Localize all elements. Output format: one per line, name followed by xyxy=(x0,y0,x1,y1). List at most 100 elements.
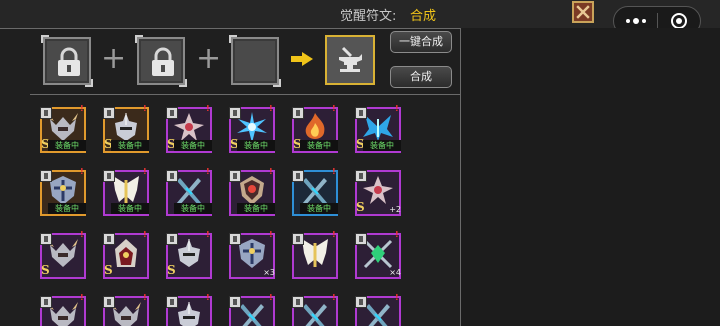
plus-sign: + xyxy=(101,41,127,76)
rune-type-icon xyxy=(229,233,241,245)
red-dot-badge: ! xyxy=(332,167,336,176)
rune-item-11[interactable]: ! 装备中 xyxy=(292,167,338,216)
divider xyxy=(0,28,461,29)
rune-type-icon xyxy=(355,107,367,119)
rune-item-10[interactable]: ! 装备中 xyxy=(229,167,275,216)
rune-item-20[interactable]: !×5 xyxy=(103,293,149,326)
red-dot-badge: ! xyxy=(143,230,147,239)
rune-type-icon xyxy=(292,233,304,245)
page-title-label: 觉醒符文: xyxy=(340,9,397,24)
rune-type-icon xyxy=(229,170,241,182)
material-slot-2[interactable] xyxy=(135,35,187,87)
rune-type-icon xyxy=(229,296,241,308)
rune-type-icon xyxy=(229,107,241,119)
rune-item-9[interactable]: ! 装备中 xyxy=(166,167,212,216)
rune-item-5[interactable]: ! S 装备中 xyxy=(292,104,338,153)
grade-label: S xyxy=(167,263,176,277)
equipped-label: 装备中 xyxy=(237,140,275,151)
red-dot-badge: ! xyxy=(332,230,336,239)
red-dot-badge: ! xyxy=(80,104,84,113)
rune-item-19[interactable]: !×5 xyxy=(40,293,86,326)
rune-type-icon xyxy=(166,170,178,182)
red-dot-badge: ! xyxy=(206,293,210,302)
stack-count: +2 xyxy=(389,205,401,214)
rune-item-15[interactable]: ! S xyxy=(166,230,212,279)
red-dot-badge: ! xyxy=(143,293,147,302)
more-icon xyxy=(625,19,630,23)
rune-item-13[interactable]: ! S xyxy=(40,230,86,279)
grade-label: S xyxy=(356,200,365,214)
red-dot-badge: ! xyxy=(395,230,399,239)
red-dot-badge: ! xyxy=(332,104,336,113)
red-dot-badge: ! xyxy=(143,104,147,113)
red-dot-badge: ! xyxy=(395,293,399,302)
rune-item-21[interactable]: !×3 xyxy=(166,293,212,326)
red-dot-badge: ! xyxy=(206,104,210,113)
rune-type-icon xyxy=(166,296,178,308)
rune-item-7[interactable]: ! 装备中 xyxy=(40,167,86,216)
one-click-synthesize-button[interactable]: 一键合成 xyxy=(390,31,452,53)
rune-item-16[interactable]: ! ×3 xyxy=(229,230,275,279)
arrow-right-icon xyxy=(291,52,313,66)
rune-type-icon xyxy=(40,296,52,308)
rune-type-icon xyxy=(103,170,115,182)
rune-item-1[interactable]: ! S 装备中 xyxy=(40,104,86,153)
red-dot-badge: ! xyxy=(269,167,273,176)
equipped-label: 装备中 xyxy=(174,203,212,214)
top-bar: 觉醒符文: 合成 xyxy=(0,0,720,28)
red-dot-badge: ! xyxy=(80,293,84,302)
rune-item-17[interactable]: ! xyxy=(292,230,338,279)
divider xyxy=(30,94,461,95)
equipped-label: 装备中 xyxy=(237,203,275,214)
equipped-label: 装备中 xyxy=(48,203,86,214)
close-icon xyxy=(576,5,590,19)
page-title-value: 合成 xyxy=(410,9,437,24)
close-button[interactable] xyxy=(572,1,594,23)
rune-type-icon xyxy=(355,296,367,308)
grade-label: S xyxy=(41,263,50,277)
equipped-label: 装备中 xyxy=(111,203,149,214)
rune-type-icon xyxy=(103,233,115,245)
rune-item-3[interactable]: ! S 装备中 xyxy=(166,104,212,153)
rune-item-14[interactable]: ! S xyxy=(103,230,149,279)
synthesize-button[interactable]: 合成 xyxy=(390,66,452,88)
lock-icon xyxy=(152,47,174,76)
more-icon-dot xyxy=(632,18,639,24)
equipped-label: 装备中 xyxy=(111,140,149,151)
red-dot-badge: ! xyxy=(80,230,84,239)
target-icon xyxy=(670,13,687,29)
side-panel xyxy=(461,28,720,326)
red-dot-badge: ! xyxy=(80,167,84,176)
rune-item-6[interactable]: ! S 装备中 xyxy=(355,105,401,153)
rune-type-icon xyxy=(40,170,52,182)
grade-label: S xyxy=(104,263,113,277)
result-slot[interactable] xyxy=(325,35,375,85)
rune-type-icon xyxy=(355,233,367,245)
rune-type-icon xyxy=(292,107,304,119)
rune-item-4[interactable]: ! S 装备中 xyxy=(229,104,275,153)
rune-item-24[interactable]: ! xyxy=(355,293,401,326)
rune-type-icon xyxy=(166,107,178,119)
rune-item-8[interactable]: ! 装备中 xyxy=(103,168,149,216)
material-slot-3[interactable] xyxy=(229,35,281,87)
rune-type-icon xyxy=(292,170,304,182)
equipped-label: 装备中 xyxy=(48,140,86,151)
anvil-icon xyxy=(339,46,362,72)
rune-type-icon xyxy=(355,170,367,182)
red-dot-badge: ! xyxy=(269,230,273,239)
equipped-label: 装备中 xyxy=(300,203,338,214)
red-dot-badge: ! xyxy=(206,230,210,239)
rune-item-23[interactable]: ! xyxy=(292,294,338,326)
material-slot-1[interactable] xyxy=(41,35,93,87)
lock-icon xyxy=(58,47,80,76)
rune-item-12[interactable]: S +2 xyxy=(355,170,401,216)
red-dot-badge: ! xyxy=(206,167,210,176)
rune-type-icon xyxy=(40,233,52,245)
rune-item-2[interactable]: ! S 装备中 xyxy=(103,104,149,153)
red-dot-badge: ! xyxy=(269,104,273,113)
rune-type-icon xyxy=(166,233,178,245)
rune-item-22[interactable]: ! xyxy=(229,294,275,326)
stack-count: ×4 xyxy=(389,268,401,277)
rune-item-18[interactable]: ! ×4 xyxy=(355,230,401,279)
rune-type-icon xyxy=(40,107,52,119)
